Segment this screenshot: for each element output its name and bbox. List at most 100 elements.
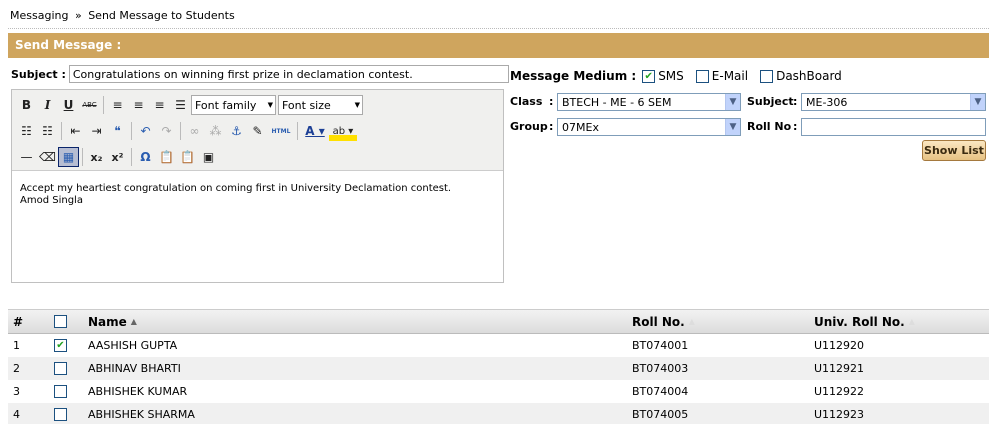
row-roll: BT074001 (632, 339, 689, 352)
row-index: 3 (13, 385, 20, 398)
editor-line-1: Accept my heartiest congratulation on co… (20, 183, 452, 194)
cleanup-icon[interactable]: ✎ (247, 121, 268, 141)
header-roll: Roll No. (632, 314, 685, 329)
editor-line-2: Amod Singla (20, 195, 83, 206)
header-select-all[interactable] (54, 310, 70, 333)
show-list-button[interactable]: Show List (922, 140, 986, 161)
breadcrumb-current: Send Message to Students (88, 9, 235, 22)
align-justify-icon[interactable]: ☰ (170, 95, 191, 115)
link-icon[interactable]: ∞ (184, 121, 205, 141)
sort-icon: ▲ (908, 317, 915, 326)
message-editor: B I U ABC ≡ ≡ ≡ ☰ Font family ▼ Font siz… (11, 89, 504, 283)
chevron-down-icon: ▼ (354, 101, 360, 109)
row-checkbox-cell[interactable] (54, 380, 70, 403)
row-checkbox-cell[interactable] (54, 357, 70, 380)
row-index: 1 (13, 339, 20, 352)
header-univ-sort[interactable]: Univ. Roll No. ▲ (814, 310, 915, 333)
font-family-value: Font family (195, 98, 257, 112)
eraser-icon[interactable]: ⌫ (37, 147, 58, 167)
rollno-input[interactable] (801, 118, 986, 136)
indent-icon[interactable]: ⇥ (86, 121, 107, 141)
table-icon[interactable]: ▦ (58, 147, 79, 167)
unlink-icon[interactable]: ⁂ (205, 121, 226, 141)
font-size-value: Font size (282, 98, 331, 112)
html-source-icon[interactable]: HTML (268, 121, 294, 141)
strikethrough-icon[interactable]: ABC (79, 95, 100, 115)
align-left-icon[interactable]: ≡ (107, 95, 128, 115)
subscript-icon[interactable]: x₂ (86, 147, 107, 167)
dashboard-checkbox[interactable] (760, 69, 774, 83)
header-roll-sort[interactable]: Roll No. ▲ (632, 310, 695, 333)
editor-content[interactable]: Accept my heartiest congratulation on co… (12, 171, 503, 219)
row-checkbox[interactable] (54, 408, 67, 421)
subject-select[interactable]: ME-306 ▼ (801, 93, 986, 111)
row-checkbox[interactable] (54, 385, 67, 398)
text-color-icon[interactable]: A ▾ (301, 121, 329, 141)
paste-text-icon[interactable]: 📋 (156, 147, 177, 167)
message-medium-label: Message Medium : (510, 69, 637, 83)
outdent-icon[interactable]: ⇤ (65, 121, 86, 141)
breadcrumb-separator: » (74, 9, 82, 22)
subject-label: Subject : (11, 67, 66, 81)
bullet-list-icon[interactable]: ☷ (16, 121, 37, 141)
row-checkbox[interactable]: ✔ (54, 339, 67, 352)
table-row[interactable]: 1 ✔ AASHISH GUPTA BT074001 U112920 (8, 334, 989, 357)
row-checkbox-cell[interactable] (54, 403, 70, 424)
bold-icon[interactable]: B (16, 95, 37, 115)
undo-icon[interactable]: ↶ (135, 121, 156, 141)
medium-option-email[interactable]: E-Mail (695, 69, 749, 83)
toolbar-separator (297, 122, 298, 140)
highlight-color-icon[interactable]: ab ▾ (329, 121, 357, 141)
subject-input[interactable] (68, 65, 509, 83)
medium-option-sms[interactable]: ✔ SMS (642, 69, 684, 83)
medium-option-dashboard[interactable]: DashBoard (760, 69, 842, 83)
font-family-select[interactable]: Font family ▼ (191, 95, 276, 115)
select-all-checkbox[interactable] (54, 315, 67, 328)
header-name-sort[interactable]: Name ▲ (88, 310, 137, 333)
redo-icon[interactable]: ↷ (156, 121, 177, 141)
special-char-icon[interactable]: Ω (135, 147, 156, 167)
horizontal-rule-icon[interactable]: — (16, 147, 37, 167)
student-grid: # Name ▲ Roll No. ▲ Univ. Roll No. ▲ 1 ✔… (8, 309, 989, 424)
row-univ: U112922 (814, 385, 865, 398)
breadcrumb: Messaging » Send Message to Students (10, 9, 235, 22)
row-checkbox-cell[interactable]: ✔ (54, 334, 70, 357)
group-value: 07MEx (562, 120, 599, 134)
align-center-icon[interactable]: ≡ (128, 95, 149, 115)
chevron-down-icon: ▼ (970, 94, 985, 110)
email-checkbox[interactable] (695, 69, 709, 83)
class-colon: : (549, 95, 554, 108)
italic-icon[interactable]: I (37, 95, 58, 115)
header-name: Name (88, 314, 127, 329)
group-select[interactable]: 07MEx ▼ (557, 118, 741, 136)
row-index: 4 (13, 408, 20, 421)
email-label: E-Mail (711, 69, 749, 83)
table-row[interactable]: 2 ABHINAV BHARTI BT074003 U112921 (8, 357, 989, 380)
toolbar-separator (131, 122, 132, 140)
breadcrumb-messaging-link[interactable]: Messaging (10, 9, 68, 22)
class-select[interactable]: BTECH - ME - 6 SEM ▼ (557, 93, 741, 111)
blockquote-icon[interactable]: ❝ (107, 121, 128, 141)
subject-filter-label: Subject (747, 95, 794, 108)
subject-row: Subject : (11, 65, 509, 83)
row-roll: BT074004 (632, 385, 689, 398)
table-row[interactable]: 3 ABHISHEK KUMAR BT074004 U112922 (8, 380, 989, 403)
numbered-list-icon[interactable]: ☷ (37, 121, 58, 141)
row-name: AASHISH GUPTA (88, 339, 178, 352)
toolbar-separator (61, 122, 62, 140)
toolbar-separator (131, 148, 132, 166)
superscript-icon[interactable]: x² (107, 147, 128, 167)
align-right-icon[interactable]: ≡ (149, 95, 170, 115)
subject-filter-value: ME-306 (806, 95, 848, 109)
underline-icon[interactable]: U (58, 95, 79, 115)
sms-checkbox[interactable]: ✔ (642, 69, 656, 83)
font-size-select[interactable]: Font size ▼ (278, 95, 363, 115)
chevron-down-icon: ▼ (267, 101, 273, 109)
row-checkbox[interactable] (54, 362, 67, 375)
row-univ: U112920 (814, 339, 865, 352)
paste-word-icon[interactable]: 📋 (177, 147, 198, 167)
anchor-icon[interactable]: ⚓ (226, 121, 247, 141)
select-all-icon[interactable]: ▣ (198, 147, 219, 167)
table-row[interactable]: 4 ABHISHEK SHARMA BT074005 U112923 (8, 403, 989, 424)
sort-asc-icon: ▲ (130, 317, 137, 326)
